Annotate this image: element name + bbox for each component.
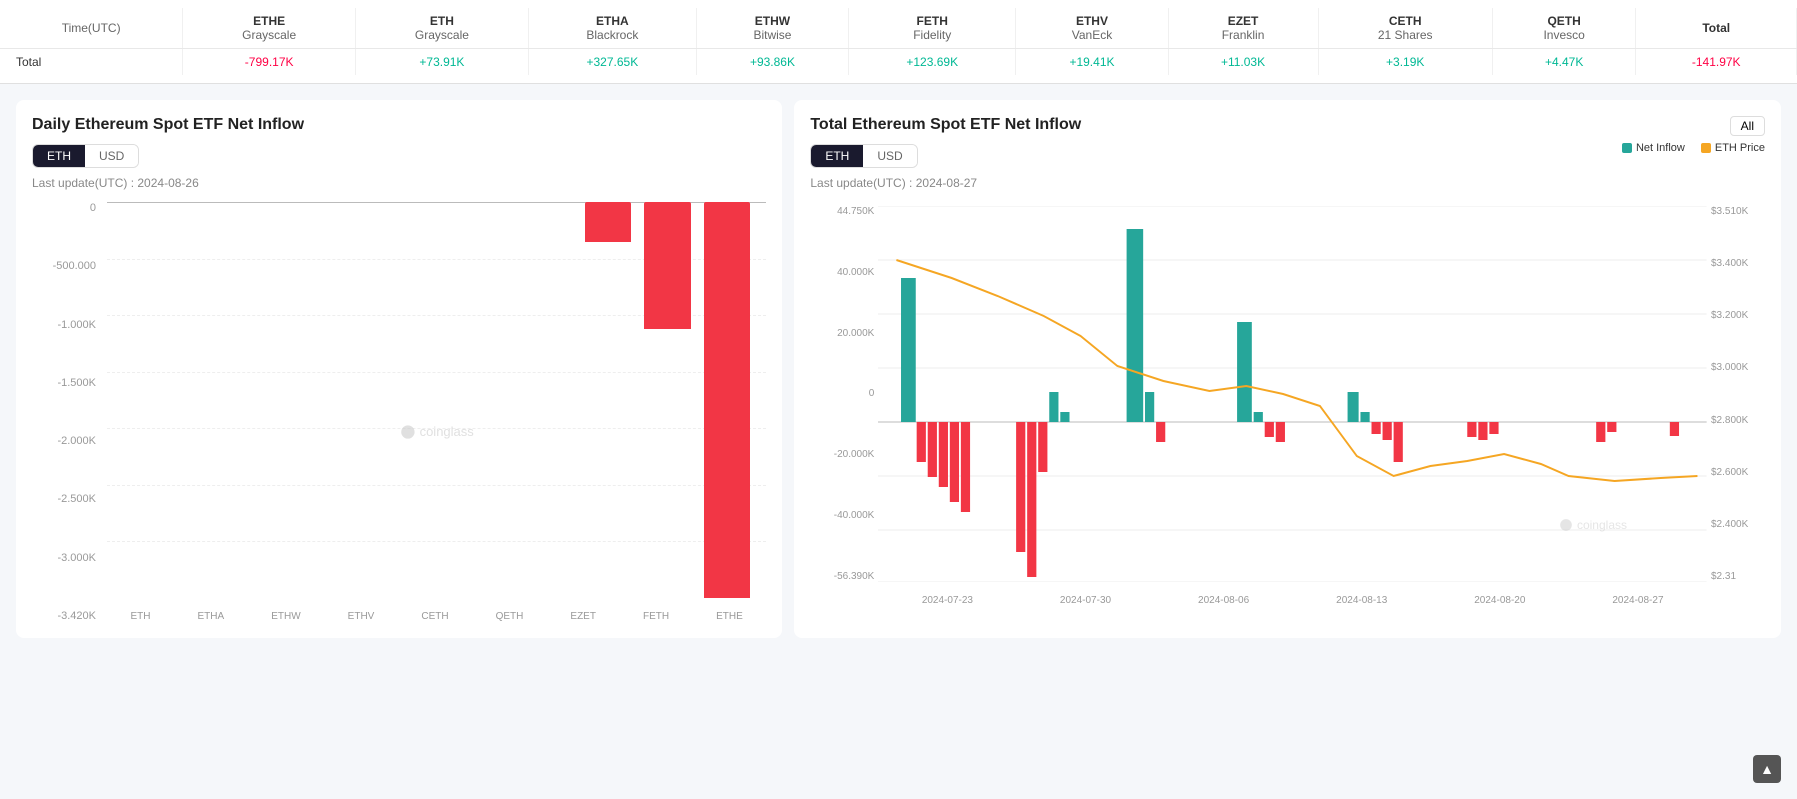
bar-neg-19 — [1608, 422, 1617, 432]
right-toggle-group[interactable]: ETH USD — [810, 144, 917, 168]
bar-pos-5 — [1145, 392, 1154, 422]
cell-8: +4.47K — [1492, 49, 1636, 76]
cell-4: +123.69K — [849, 49, 1016, 76]
left-bars-container — [107, 202, 766, 598]
inflow-table: Time(UTC)ETHEGrayscaleETHGrayscaleETHABl… — [0, 8, 1797, 75]
th-ethw: ETHWBitwise — [696, 8, 848, 49]
table-row: Total-799.17K+73.91K+327.65K+93.86K+123.… — [0, 49, 1797, 76]
cell-3: +93.86K — [696, 49, 848, 76]
left-y-axis: 0 -500.000 -1.000K -1.500K -2.000K -2.50… — [32, 202, 102, 622]
bar-neg-1 — [917, 422, 926, 462]
grid-line-6 — [107, 541, 766, 542]
th-eth: ETHGrayscale — [356, 8, 529, 49]
left-chart-title: Daily Ethereum Spot ETF Net Inflow — [32, 116, 766, 134]
chart-legend: Net Inflow ETH Price — [1622, 142, 1765, 154]
right-last-update: Last update(UTC) : 2024-08-27 — [810, 176, 1081, 190]
right-x-axis: 2024-07-23 2024-07-30 2024-08-06 2024-08… — [878, 595, 1707, 606]
grid-line-4 — [107, 428, 766, 429]
legend-eth-price: ETH Price — [1701, 142, 1765, 154]
bar-neg-3 — [939, 422, 948, 487]
eth-price-dot — [1701, 143, 1711, 153]
bar-pos-8 — [1348, 392, 1359, 422]
net-inflow-dot — [1622, 143, 1632, 153]
cell-5: +19.41K — [1016, 49, 1168, 76]
left-chart-content: coinglass — [107, 202, 766, 598]
th-feth: FETHFidelity — [849, 8, 1016, 49]
bar-pos-3 — [1061, 412, 1070, 422]
bar-neg-18 — [1597, 422, 1606, 442]
right-chart-svg — [878, 206, 1707, 582]
bar-neg-10 — [1265, 422, 1274, 437]
th-ezet: EZETFranklin — [1168, 8, 1318, 49]
right-bars-svg-container: coinglass — [878, 206, 1707, 582]
bar-neg-15 — [1468, 422, 1477, 437]
th-ethe: ETHEGrayscale — [183, 8, 356, 49]
scroll-top-button[interactable]: ▲ — [1753, 755, 1781, 783]
left-chart-panel: Daily Ethereum Spot ETF Net Inflow ETH U… — [16, 100, 782, 638]
th-etha: ETHABlackrock — [528, 8, 696, 49]
th-ceth: CETH21 Shares — [1318, 8, 1492, 49]
bar-neg-12 — [1372, 422, 1381, 434]
bar-neg-13 — [1383, 422, 1392, 440]
right-chart-controls: All Net Inflow ETH Price — [1622, 116, 1765, 158]
bar-pos-7 — [1254, 412, 1263, 422]
cell-7: +3.19K — [1318, 49, 1492, 76]
bar-pos-4 — [1127, 229, 1144, 422]
left-toggle-eth[interactable]: ETH — [33, 145, 85, 167]
bar-neg-16 — [1479, 422, 1488, 440]
th-ethv: ETHVVanEck — [1016, 8, 1168, 49]
bar-neg-6 — [1016, 422, 1025, 552]
right-chart-header: Total Ethereum Spot ETF Net Inflow ETH U… — [810, 116, 1765, 202]
bar-neg-17 — [1490, 422, 1499, 434]
th-time(utc): Time(UTC) — [0, 8, 183, 49]
right-toggle-usd[interactable]: USD — [863, 145, 916, 167]
right-chart-title-block: Total Ethereum Spot ETF Net Inflow ETH U… — [810, 116, 1081, 202]
bar-neg-14 — [1394, 422, 1403, 462]
bar-neg-9 — [1156, 422, 1165, 442]
right-chart-panel: Total Ethereum Spot ETF Net Inflow ETH U… — [794, 100, 1781, 638]
row-label: Total — [0, 49, 183, 76]
right-chart-area: 44.750K 40.000K 20.000K 0 -20.000K -40.0… — [810, 206, 1765, 606]
right-toggle-eth[interactable]: ETH — [811, 145, 863, 167]
bar-pos-9 — [1361, 412, 1370, 422]
th-total: Total — [1636, 8, 1797, 49]
bar-pos-1 — [901, 278, 916, 422]
bar-neg-7 — [1028, 422, 1037, 577]
cell-2: +327.65K — [528, 49, 696, 76]
left-last-update: Last update(UTC) : 2024-08-26 — [32, 176, 766, 190]
cell-1: +73.91K — [356, 49, 529, 76]
th-qeth: QETHInvesco — [1492, 8, 1636, 49]
grid-line-5 — [107, 485, 766, 486]
bar-neg-8 — [1039, 422, 1048, 472]
left-toggle-usd[interactable]: USD — [85, 145, 138, 167]
table-header: Time(UTC)ETHEGrayscaleETHGrayscaleETHABl… — [0, 8, 1797, 49]
bar-ethe — [704, 202, 750, 598]
bar-ezet — [585, 202, 631, 242]
bar-neg-20 — [1670, 422, 1679, 436]
left-toggle-group[interactable]: ETH USD — [32, 144, 139, 168]
bar-feth — [644, 202, 690, 329]
bar-pos-6 — [1237, 322, 1252, 422]
etf-table: Time(UTC)ETHEGrayscaleETHGrayscaleETHABl… — [0, 0, 1797, 84]
all-button[interactable]: All — [1730, 116, 1765, 136]
bar-neg-4 — [950, 422, 959, 502]
bar-pos-2 — [1050, 392, 1059, 422]
right-y-axis-left: 44.750K 40.000K 20.000K 0 -20.000K -40.0… — [810, 206, 878, 582]
cell-0: -799.17K — [183, 49, 356, 76]
left-chart-area: 0 -500.000 -1.000K -1.500K -2.000K -2.50… — [32, 202, 766, 622]
left-x-axis: ETH ETHA ETHW ETHV CETH QETH EZET FETH E… — [107, 611, 766, 622]
legend-eth-price-label: ETH Price — [1715, 142, 1765, 154]
grid-line-3 — [107, 372, 766, 373]
legend-net-inflow: Net Inflow — [1622, 142, 1685, 154]
charts-section: Daily Ethereum Spot ETF Net Inflow ETH U… — [0, 84, 1797, 654]
bar-neg-11 — [1276, 422, 1285, 442]
bar-neg-2 — [928, 422, 937, 477]
legend-net-inflow-label: Net Inflow — [1636, 142, 1685, 154]
cell-6: +11.03K — [1168, 49, 1318, 76]
right-y-axis-right: $3.510K $3.400K $3.200K $3.000K $2.800K … — [1707, 206, 1765, 582]
bar-neg-5 — [961, 422, 970, 512]
cell-9: -141.97K — [1636, 49, 1797, 76]
right-chart-title: Total Ethereum Spot ETF Net Inflow — [810, 116, 1081, 134]
